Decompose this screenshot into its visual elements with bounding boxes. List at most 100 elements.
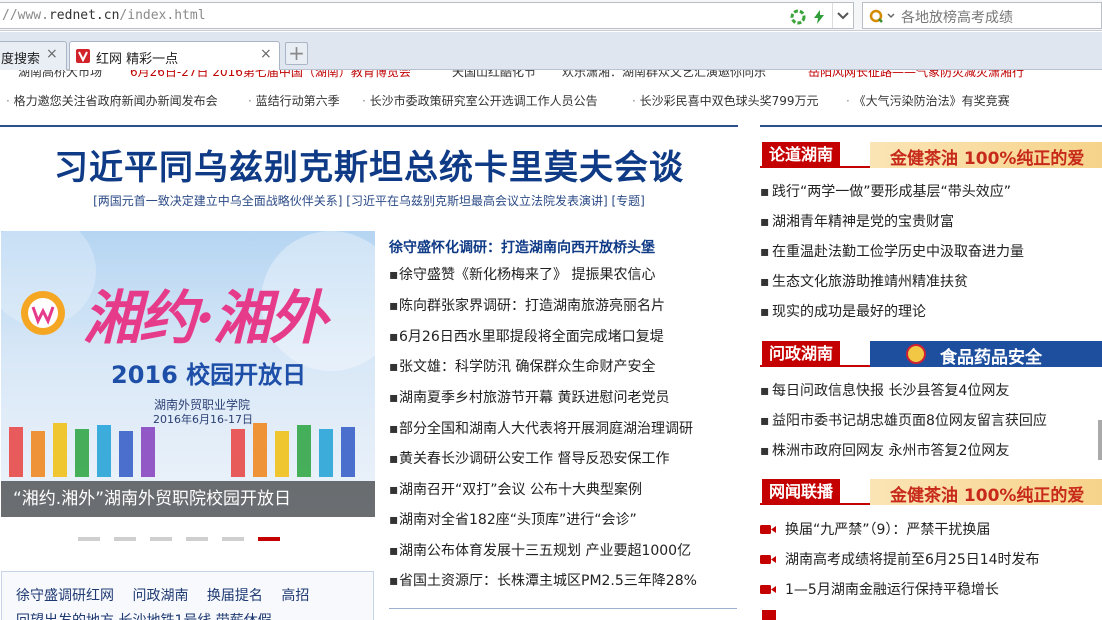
slide-indicator[interactable]: [78, 537, 100, 541]
ticker-links: · 格力邀您关注省政府新闻办新闻发布会 · 蓝结行动第六季 · 长沙市委政策研究…: [0, 90, 1102, 112]
url-field[interactable]: //www.rednet.cn/index.html: [0, 2, 854, 29]
topic-tag[interactable]: 高招: [281, 588, 309, 604]
search-placeholder: 各地放榜高考成绩: [901, 10, 1013, 26]
ticker-link[interactable]: 《大气污染防治法》有奖竞赛: [854, 94, 1010, 108]
emblem-icon: [906, 344, 926, 364]
news-item[interactable]: ▪张文雄：科学防汛 确保群众生命财产安全: [389, 356, 655, 378]
list-item[interactable]: ▪ 现实的成功是最好的理论: [760, 301, 926, 323]
slide-year: 2016 校园开放日: [111, 361, 307, 389]
section-tag[interactable]: 问政湖南: [762, 341, 841, 367]
tab-bar: 度搜索 × 红网 精彩一点 × +: [0, 32, 1102, 70]
bullet: ▪: [760, 413, 770, 429]
ticker-link[interactable]: 湖南高桥大市场: [18, 70, 102, 80]
bullet: ▪: [389, 329, 399, 345]
bullet: ▪: [389, 573, 399, 589]
bullet: ▪: [389, 512, 399, 528]
list-item[interactable]: ▪ 在重温赴法勤工俭学历史中汲取奋进力量: [760, 241, 1024, 263]
ticker-link[interactable]: 蓝结行动第六季: [256, 94, 340, 108]
news-item[interactable]: ▪省国土资源厅：长株潭主城区PM2.5三年降28%: [389, 570, 697, 592]
bullet-dot: ·: [846, 94, 854, 108]
list-item[interactable]: ▪ 每日问政信息快报 长沙县答复4位网友: [760, 380, 1009, 402]
ticker-link[interactable]: 欢乐潇湘：湖南群众文艺汇演邀你向乐: [562, 70, 766, 80]
favicon-icon: [76, 49, 90, 63]
slide-title: 湘约·湘外: [83, 284, 327, 352]
news-item[interactable]: ▪6月26日西水里耶提段将全面完成堵口复堤: [389, 326, 664, 348]
news-item[interactable]: ▪湖南公布体育发展十三五规划 产业要超1000亿: [389, 540, 691, 562]
news-item[interactable]: ▪湖南召开“双打”会议 公布十大典型案例: [389, 479, 642, 501]
scrollbar[interactable]: [1098, 420, 1102, 460]
topic-tags-row[interactable]: 回望出发的地方 长沙地铁1号线 带薪休假: [16, 610, 272, 620]
new-tab-button[interactable]: +: [285, 42, 308, 65]
close-icon[interactable]: ×: [46, 46, 58, 62]
topic-tags-row: 徐守盛调研红网 问政湖南 换届提名 高招: [16, 585, 323, 605]
search-engine-icon[interactable]: [869, 8, 897, 24]
topic-tags-box: 徐守盛调研红网 问政湖南 换届提名 高招 回望出发的地方 长沙地铁1号线 带薪休…: [1, 571, 374, 620]
bullet: ▪: [389, 267, 399, 283]
slideshow-image[interactable]: 湘约·湘外 2016 校园开放日 湖南外贸职业学院 2016年6月16-17日 …: [1, 231, 375, 517]
list-item[interactable]: 湖南高考成绩将提前至6月25日14时发布: [760, 549, 1040, 571]
ticker-link[interactable]: 岳阳风网长征路——气象防灾减灾潇湘行: [808, 70, 1024, 80]
bullet: ▪: [760, 443, 770, 459]
search-input[interactable]: 各地放榜高考成绩: [862, 2, 1102, 29]
slide-indicator[interactable]: [114, 537, 136, 541]
ad-banner[interactable]: 食品药品安全: [870, 341, 1102, 367]
divider: [389, 608, 737, 609]
bullet: ▪: [389, 543, 399, 559]
ticker-link[interactable]: 长沙彩民喜中双色球头奖799万元: [640, 94, 819, 108]
news-lead[interactable]: 徐守盛怀化调研：打造湖南向西开放桥头堡: [389, 237, 655, 257]
ad-text: 金健茶油 100%纯正的爱: [890, 149, 1085, 168]
ad-banner[interactable]: 金健茶油 100%纯正的爱: [870, 142, 1102, 168]
list-item[interactable]: 1—5月湖南金融运行保持平稳增长: [760, 579, 999, 601]
list-item[interactable]: ▪ 践行“两学一做”要形成基层“带头效应”: [760, 181, 1011, 203]
ticker-link[interactable]: 格力邀您关注省政府新闻办新闻发布会: [14, 94, 218, 108]
tab-label: 红网 精彩一点: [96, 52, 179, 67]
list-item[interactable]: ▪ 生态文化旅游助推靖州精准扶贫: [760, 271, 968, 293]
tab-rednet[interactable]: 红网 精彩一点 ×: [69, 41, 280, 70]
headline-sublinks[interactable]: [两国元首一致决定建立中乌全面战略伙伴关系] [习近平在乌兹别克斯坦最高会议立法…: [0, 192, 738, 209]
bullet-dot: ·: [6, 94, 14, 108]
ticker-link[interactable]: 长沙市委政策研究室公开选调工作人员公告: [370, 94, 598, 108]
bullet-dot: ·: [362, 94, 370, 108]
topic-tag[interactable]: 问政湖南: [132, 588, 188, 604]
news-item[interactable]: ▪黄关春长沙调研公安工作 督导反恐安保工作: [389, 448, 669, 470]
video-icon: [760, 525, 776, 534]
ticker-link[interactable]: 天国山红酷化节: [452, 70, 536, 80]
list-item[interactable]: 换届“九严禁”（9）：严禁干扰换届: [760, 519, 990, 541]
bullet-dot: ·: [248, 94, 256, 108]
ad-banner[interactable]: 金健茶油 100%纯正的爱: [870, 479, 1102, 505]
section-tag[interactable]: [762, 610, 776, 620]
topic-tag[interactable]: 徐守盛调研红网: [16, 588, 114, 604]
bolt-icon[interactable]: [811, 9, 827, 25]
close-icon[interactable]: ×: [260, 46, 272, 62]
section-header-next: [760, 610, 1102, 620]
section-tag[interactable]: 网闻联播: [762, 479, 841, 505]
chevron-down-icon: [837, 11, 849, 19]
news-item[interactable]: ▪湖南对全省182座“头顶库”进行“会诊”: [389, 509, 637, 531]
url-dropdown-button[interactable]: [832, 3, 853, 28]
list-item[interactable]: ▪ 益阳市委书记胡忠雄页面8位网友留言获回应: [760, 410, 1047, 432]
page-headline[interactable]: 习近平同乌兹别克斯坦总统卡里莫夫会谈: [0, 140, 738, 189]
slide-caption[interactable]: “湘约.湘外”湖南外贸职院校园开放日: [13, 484, 291, 509]
slide-indicator-active[interactable]: [258, 537, 280, 541]
tab-baidu-search[interactable]: 度搜索 ×: [0, 41, 67, 70]
section-tag[interactable]: 论道湖南: [762, 142, 841, 168]
slide-date: 2016年6月16-17日: [153, 413, 253, 426]
news-item[interactable]: ▪湖南夏季乡村旅游节开幕 黄跃进慰问老党员: [389, 387, 669, 409]
news-item[interactable]: ▪徐守盛赞《新化杨梅来了》 提振果农信心: [389, 264, 655, 286]
address-bar: //www.rednet.cn/index.html 各地放榜高考成绩: [0, 0, 1102, 31]
ad-text: 食品药品安全: [940, 348, 1042, 367]
news-item[interactable]: ▪陈向群张家界调研：打造湖南旅游亮丽名片: [389, 295, 665, 317]
ticker-link[interactable]: 6月26日-27日 2016第七届中国（湖南）教育博览会: [130, 70, 411, 80]
slide-indicator[interactable]: [186, 537, 208, 541]
list-item[interactable]: ▪ 株洲市政府回网友 永州市答复2位网友: [760, 440, 1009, 462]
list-item[interactable]: ▪ 湖湘青年精神是党的宝贵财富: [760, 211, 954, 233]
ticker-top: 湖南高桥大市场 6月26日-27日 2016第七届中国（湖南）教育博览会 天国山…: [0, 70, 1102, 83]
topic-tag[interactable]: 换届提名: [207, 588, 263, 604]
slide-indicator[interactable]: [222, 537, 244, 541]
refresh-icon[interactable]: [790, 9, 806, 25]
video-icon: [760, 555, 776, 564]
slide-indicator[interactable]: [150, 537, 172, 541]
bullet: ▪: [389, 390, 399, 406]
news-item[interactable]: ▪部分全国和湖南人大代表将开展洞庭湖治理调研: [389, 418, 693, 440]
divider: [760, 125, 1102, 127]
